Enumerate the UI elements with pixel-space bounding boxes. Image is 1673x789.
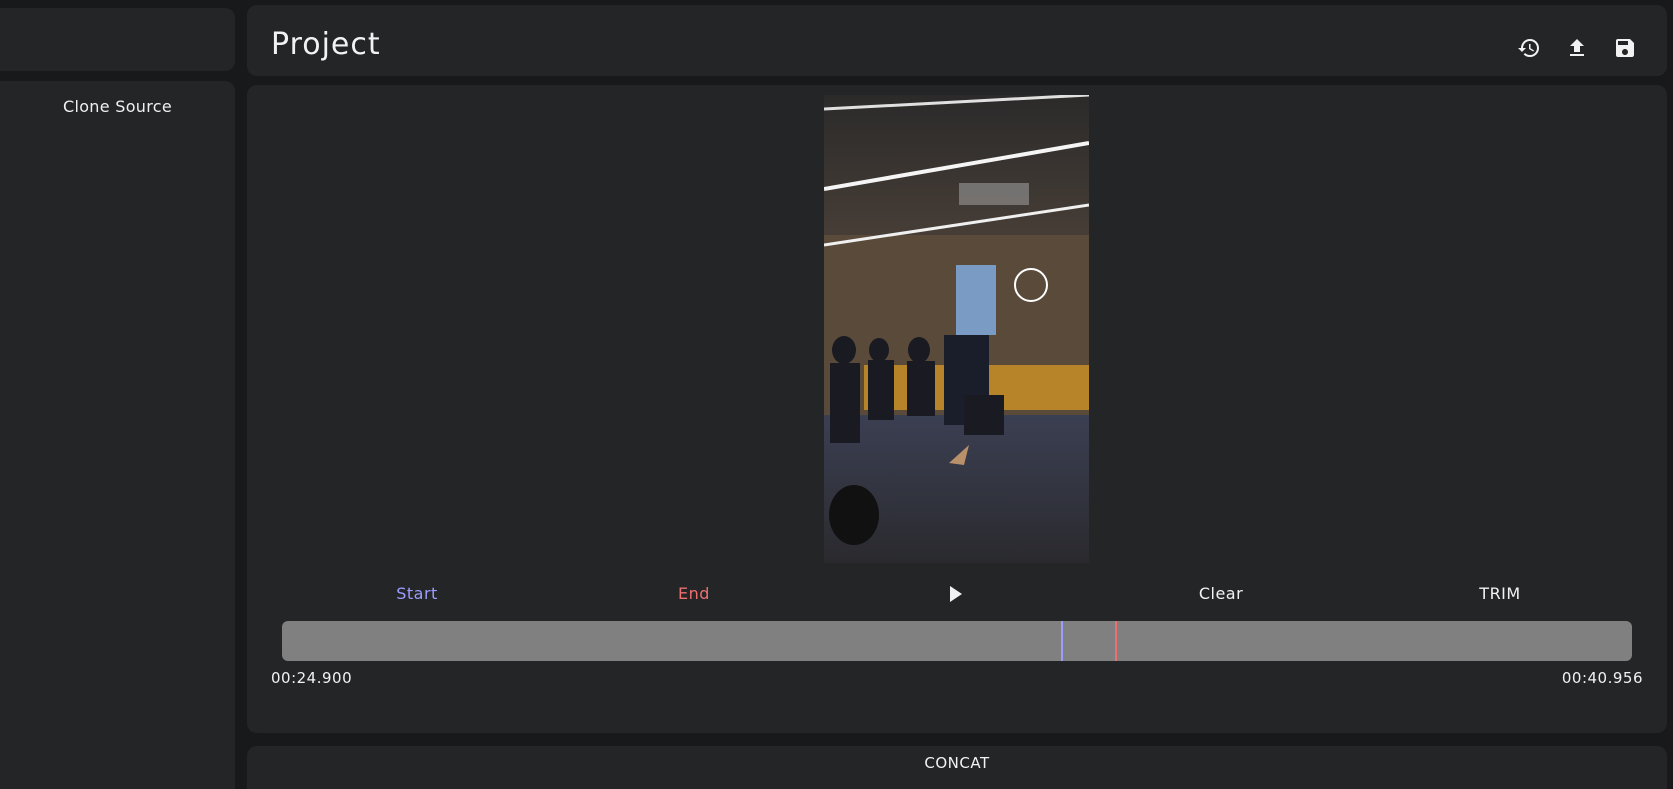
header: Project xyxy=(247,5,1667,76)
header-actions xyxy=(1517,36,1637,60)
sidebar-item-clone-source[interactable]: Clone Source xyxy=(0,97,235,116)
video-preview[interactable] xyxy=(824,95,1089,563)
end-time-readout: 00:40.956 xyxy=(1561,669,1643,687)
play-icon[interactable] xyxy=(948,584,964,604)
video-frame xyxy=(824,95,1089,563)
video-editor: Start End Clear TRIM 00:24.900 00:40.956 xyxy=(247,85,1667,733)
page-title: Project xyxy=(271,27,381,62)
concat-panel: CONCAT xyxy=(247,746,1667,789)
start-marker[interactable] xyxy=(1061,621,1063,661)
clear-button[interactable]: Clear xyxy=(1199,584,1243,603)
trim-controls: Start End Clear TRIM xyxy=(247,584,1667,606)
sidebar-header xyxy=(0,8,235,71)
start-time-readout: 00:24.900 xyxy=(271,669,353,687)
history-icon[interactable] xyxy=(1517,36,1541,60)
upload-icon[interactable] xyxy=(1565,36,1589,60)
concat-button[interactable]: CONCAT xyxy=(247,754,1667,772)
app-root: Clone Source Project Start End Clear TRI… xyxy=(0,0,1673,789)
trim-button[interactable]: TRIM xyxy=(1479,584,1520,603)
start-button[interactable]: Start xyxy=(396,584,438,603)
end-button[interactable]: End xyxy=(678,584,710,603)
save-icon[interactable] xyxy=(1613,36,1637,60)
end-marker[interactable] xyxy=(1115,621,1117,661)
timeline-track[interactable] xyxy=(282,621,1632,661)
sidebar: Clone Source xyxy=(0,81,235,789)
